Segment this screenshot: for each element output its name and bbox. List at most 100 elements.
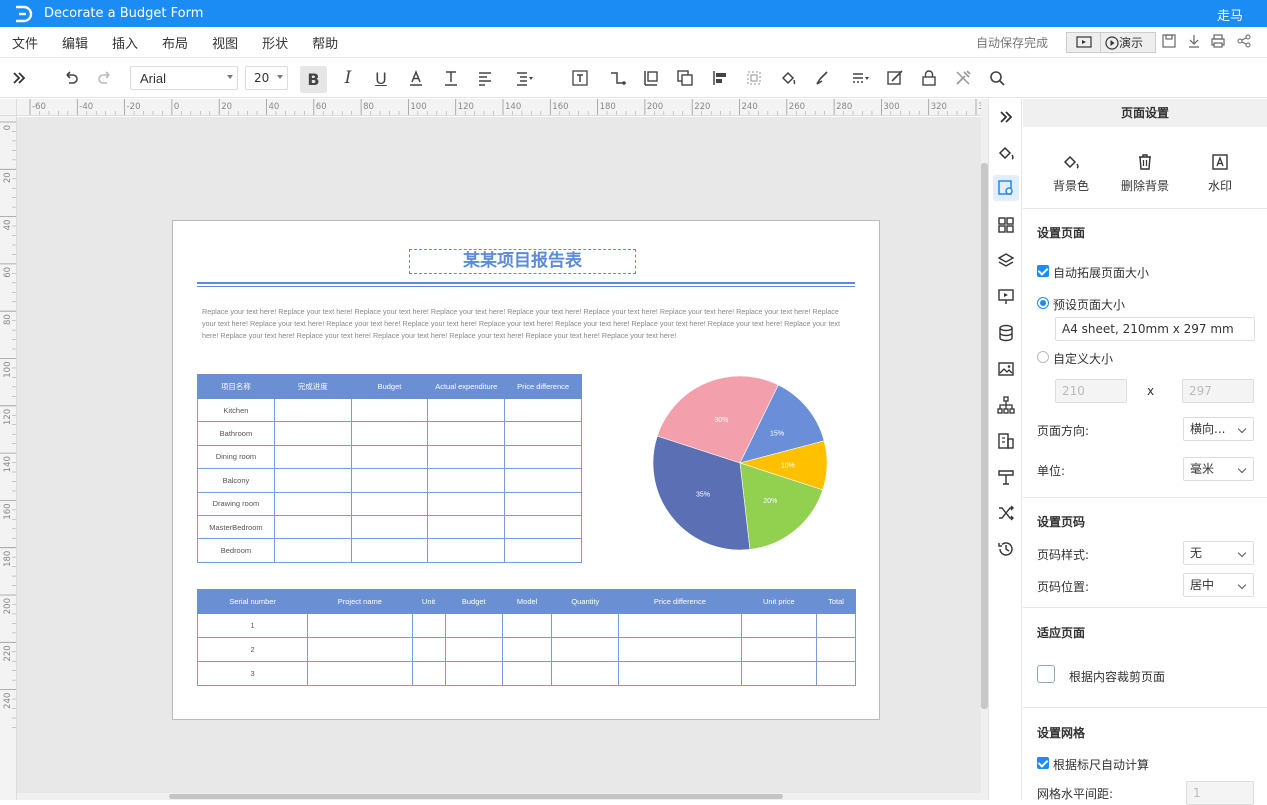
table-cell[interactable] [273, 491, 352, 516]
table-cell[interactable]: 2 [196, 637, 309, 662]
edit-shape-button[interactable] [884, 67, 906, 89]
page-setup-panel-button[interactable] [993, 175, 1019, 201]
group-button[interactable] [743, 67, 765, 89]
table-cell[interactable] [307, 661, 413, 686]
menu-edit[interactable]: 编辑 [62, 33, 88, 52]
table-cell[interactable] [273, 538, 352, 563]
table-cell[interactable]: Kitchen [197, 397, 275, 423]
background-color-button[interactable]: 背景色 [1035, 153, 1107, 194]
table-cell[interactable] [350, 468, 429, 493]
tools-button[interactable] [952, 67, 974, 89]
align-button[interactable] [474, 67, 496, 89]
fill-button[interactable] [777, 67, 799, 89]
preset-size-field[interactable]: A4 sheet, 210mm x 297 mm [1055, 317, 1255, 341]
document-page[interactable]: 某某项目报告表 Replace your text here! Replace … [172, 220, 880, 720]
table-cell[interactable] [504, 444, 582, 470]
table-cell[interactable] [816, 613, 856, 638]
table-cell[interactable] [444, 637, 503, 662]
table-row[interactable]: Dining room [197, 444, 582, 470]
floor-plan-panel-button[interactable] [996, 431, 1016, 451]
line-color-button[interactable] [811, 67, 833, 89]
table-cell[interactable] [307, 637, 413, 662]
table-cell[interactable] [411, 613, 446, 638]
font-color-button[interactable] [405, 67, 427, 89]
table-cell[interactable] [444, 661, 503, 686]
crop-page-label[interactable]: 根据内容裁剪页面 [1069, 668, 1165, 685]
pie-chart[interactable]: 30% 15% 10% 20% 35% [651, 374, 829, 552]
menu-file[interactable]: 文件 [12, 33, 38, 52]
crop-page-icon[interactable] [1037, 665, 1055, 683]
present-button[interactable]: 演示 [1101, 33, 1143, 52]
table-cell[interactable] [501, 661, 553, 686]
table-row[interactable]: 2 [196, 637, 856, 662]
horizontal-scroll-thumb[interactable] [169, 794, 783, 799]
table-cell[interactable] [551, 661, 620, 686]
project-table[interactable]: Serial number Project name Unit Budget Model… [196, 589, 856, 686]
table-cell[interactable] [427, 397, 506, 423]
table-cell[interactable] [504, 397, 582, 423]
download-icon[interactable] [1186, 33, 1202, 49]
placeholder-paragraph[interactable]: Replace your text here! Replace your tex… [202, 306, 852, 342]
menu-view[interactable]: 视图 [212, 33, 238, 52]
table-cell[interactable] [618, 613, 742, 638]
bold-button[interactable]: B [300, 66, 327, 93]
table-cell[interactable] [504, 514, 582, 540]
table-cell[interactable] [273, 444, 352, 470]
table-cell[interactable] [816, 637, 856, 662]
share-icon[interactable] [1236, 33, 1252, 49]
font-size-select[interactable]: 20 [245, 66, 288, 90]
delete-background-button[interactable]: 删除背景 [1109, 153, 1181, 194]
table-cell[interactable] [551, 613, 620, 638]
table-cell[interactable] [501, 613, 553, 638]
italic-button[interactable]: I [337, 67, 359, 89]
table-cell[interactable] [551, 637, 620, 662]
connector-button[interactable] [604, 67, 632, 89]
horizontal-scrollbar[interactable] [17, 793, 981, 800]
table-cell[interactable] [273, 421, 352, 446]
table-cell[interactable]: Balcony [197, 468, 275, 493]
text-style-button[interactable] [440, 67, 462, 89]
orientation-select[interactable]: 横向... [1183, 417, 1254, 441]
table-cell[interactable] [504, 491, 582, 516]
table-cell[interactable] [350, 491, 429, 516]
table-cell[interactable] [740, 661, 818, 686]
table-cell[interactable] [444, 613, 503, 638]
vertical-scroll-thumb[interactable] [981, 163, 988, 709]
table-cell[interactable]: 3 [196, 661, 309, 686]
line-style-button[interactable] [846, 67, 874, 89]
grid-panel-button[interactable] [996, 215, 1016, 235]
table-cell[interactable] [504, 468, 582, 493]
font-family-select[interactable]: Arial [130, 66, 238, 90]
save-icon[interactable] [1161, 33, 1177, 49]
table-cell[interactable] [350, 397, 429, 423]
undo-button[interactable] [60, 67, 82, 89]
text-box-button[interactable] [569, 67, 591, 89]
shuffle-panel-button[interactable] [996, 503, 1016, 523]
image-panel-button[interactable] [996, 359, 1016, 379]
table-cell[interactable] [618, 637, 742, 662]
format-panel-button[interactable] [996, 467, 1016, 487]
grid-auto-checkbox[interactable] [1037, 757, 1049, 769]
table-cell[interactable] [740, 637, 818, 662]
table-cell[interactable] [427, 538, 506, 563]
document-title[interactable]: 某某项目报告表 [409, 249, 636, 274]
redo-button[interactable] [94, 67, 116, 89]
table-cell[interactable]: Drawing room [197, 491, 275, 516]
search-button[interactable] [986, 67, 1008, 89]
table-row[interactable]: Drawing room [197, 491, 582, 516]
table-cell[interactable] [504, 421, 582, 446]
table-cell[interactable] [427, 421, 506, 446]
menu-shape[interactable]: 形状 [262, 33, 288, 52]
table-row[interactable]: 1 [196, 613, 856, 638]
table-cell[interactable] [307, 613, 413, 638]
distribute-button[interactable] [709, 67, 731, 89]
table-cell[interactable] [740, 613, 818, 638]
table-cell[interactable]: Bathroom [197, 421, 275, 446]
table-row[interactable]: 3 [196, 661, 856, 686]
fill-panel-button[interactable] [996, 143, 1016, 163]
table-cell[interactable]: 1 [196, 613, 309, 638]
table-cell[interactable] [350, 421, 429, 446]
width-field[interactable]: 210 [1055, 379, 1127, 403]
data-panel-button[interactable] [996, 323, 1016, 343]
table-cell[interactable] [427, 468, 506, 493]
